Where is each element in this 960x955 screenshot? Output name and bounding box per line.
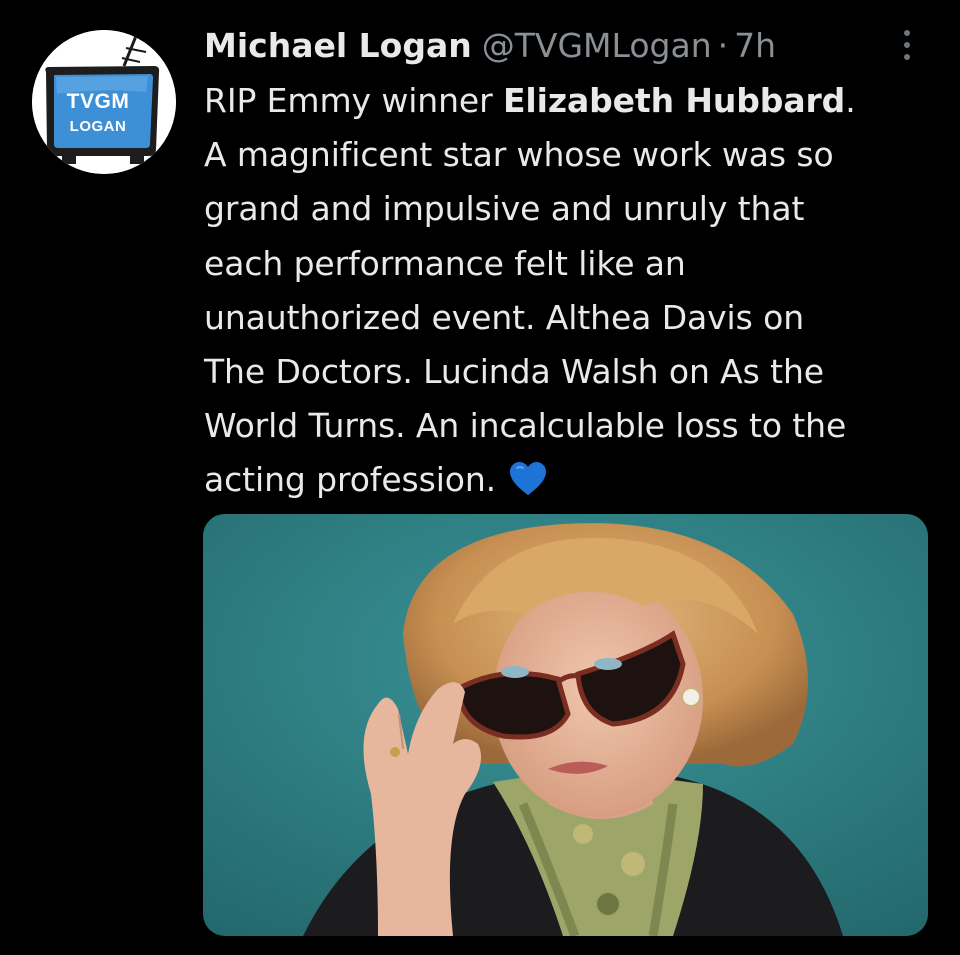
tweet-line: each performance felt like an xyxy=(204,243,686,283)
tweet-line: A magnificent star whose work was so xyxy=(204,135,834,175)
tweet-line: The Doctors. Lucinda Walsh on As the xyxy=(204,352,825,392)
avatar-text-tvgm: TVGM xyxy=(66,90,130,113)
separator-dot: · xyxy=(717,26,729,65)
portrait-photo xyxy=(203,514,928,936)
tweet-photo[interactable] xyxy=(203,514,928,936)
avatar-text-logan: LOGAN xyxy=(69,118,127,135)
tweet-text-period: . xyxy=(845,81,856,120)
blue-heart-icon xyxy=(510,461,547,495)
tweet-text-prefix: RIP Emmy winner xyxy=(204,81,503,120)
more-vertical-icon[interactable] xyxy=(896,28,918,64)
tweet-header: Michael Logan @TVGMLogan · 7h xyxy=(204,22,776,70)
tweet-text: RIP Emmy winner Elizabeth Hubbard. A mag… xyxy=(204,74,944,508)
tweet-line: RIP Emmy winner Elizabeth Hubbard. xyxy=(204,74,944,128)
tweet-line-last: acting profession. xyxy=(204,453,944,507)
tweet[interactable]: TVGM LOGAN Michael Logan @TVGMLogan · 7h… xyxy=(0,0,960,955)
tweet-timestamp[interactable]: 7h xyxy=(734,22,776,70)
mention-elizabeth-hubbard: Elizabeth Hubbard xyxy=(502,81,846,120)
tweet-line: World Turns. An incalculable loss to the xyxy=(204,406,847,446)
tweet-line: grand and impulsive and unruly that xyxy=(204,189,805,229)
author-handle[interactable]: @TVGMLogan xyxy=(482,22,712,70)
author-display-name[interactable]: Michael Logan xyxy=(204,22,472,70)
author-avatar[interactable]: TVGM LOGAN xyxy=(32,30,176,174)
tweet-line: unauthorized event. Althea Davis on xyxy=(204,297,805,337)
tweet-text-end: acting profession. xyxy=(204,460,497,500)
